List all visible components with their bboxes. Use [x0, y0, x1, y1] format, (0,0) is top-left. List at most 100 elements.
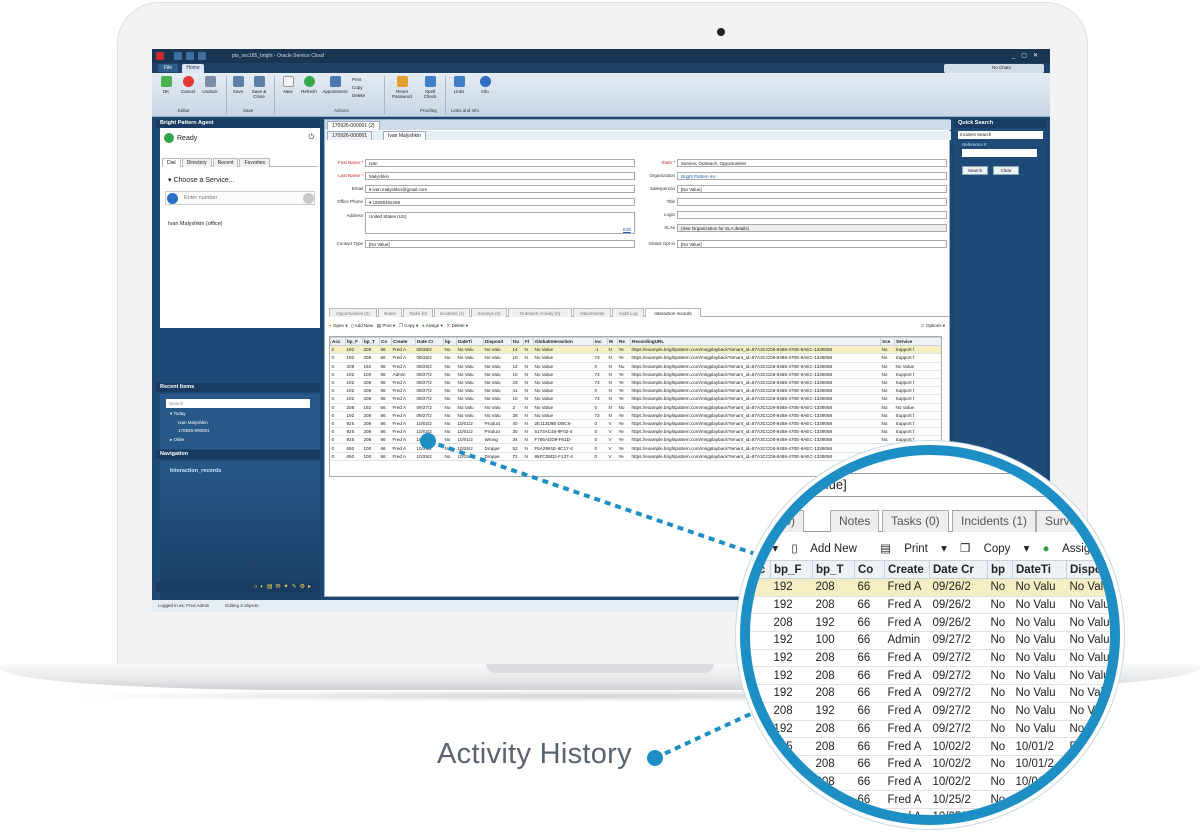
global-optin-select[interactable]: [No Value] [677, 240, 947, 248]
zoomed-add-new-button[interactable]: ▯ Add New [791, 543, 867, 555]
links-button[interactable]: Links [449, 76, 469, 94]
grid-column-header[interactable]: Date Cr [415, 337, 444, 347]
zoomed-grid-row[interactable]: 0 192 208 66 Fred A 09/26/2 No No Valu No Valu [750, 596, 1110, 615]
tab-attachments[interactable]: Attachments [573, 308, 611, 317]
tab-recent[interactable]: Recent [212, 158, 239, 167]
zoomed-grid-row[interactable]: 019220866Fred A09/27/2NoNo ValuNo Valu [750, 684, 1110, 703]
call-icon[interactable] [303, 193, 314, 204]
zoomed-grid-column-header[interactable]: bp [987, 560, 1013, 579]
grid-column-header[interactable]: Disposit [483, 337, 512, 347]
grid-column-header[interactable]: Inc [593, 337, 608, 347]
tab-outreach-activity[interactable]: Outreach Activity (0) [508, 308, 572, 317]
zoomed-grid-row[interactable]: 019220866Fred A09/27/2NoNo ValuNo Valu [750, 649, 1110, 668]
window-controls[interactable]: _▢✕ [1012, 49, 1044, 63]
cancel-button[interactable]: Cancel [178, 76, 198, 94]
zoomed-grid-column-header[interactable]: bp_F [770, 560, 813, 579]
nav-item-interaction-records[interactable]: Interaction_records [170, 468, 221, 474]
zoomed-grid-row[interactable]: 0 650 100 66 Fred A 10/25/2 No 10/25/2 Drop [750, 808, 1110, 815]
zoomed-grid-row[interactable]: 0 192 208 66 Fred A 09/26/2 No No Valu No Valu [750, 578, 1110, 597]
quick-access-icon[interactable] [186, 52, 194, 60]
appointment-button[interactable]: Appointment [322, 76, 348, 94]
search-button[interactable]: Search [962, 166, 988, 175]
zoomed-grid-row[interactable]: 0 925 208 66 Fred A 10/02/2 No 10/01/2 Prod [750, 755, 1110, 774]
email-field[interactable]: ▾ ivan.malyshkin@gmail.com [365, 185, 635, 193]
grid-row[interactable]: 0 192 208 66 Fred A 09/27/2 No No Valu No Valu 10… [330, 394, 941, 404]
zoomed-grid-column-header[interactable]: DateTi [1012, 560, 1067, 579]
tab-favorites[interactable]: Favorites [239, 158, 271, 167]
contact-type-select[interactable]: [No Value] [365, 240, 635, 248]
quick-access-icon[interactable] [198, 52, 206, 60]
grid-row[interactable]: 0 925 208 66 Fred A 10/02/2 No 10/01/2 Product 40… [330, 419, 941, 429]
grid-column-header[interactable]: Create [391, 337, 416, 347]
grid-column-header[interactable]: Service [894, 337, 941, 347]
open-button[interactable]: ● Open ▾ [329, 323, 348, 328]
grid-column-header[interactable]: Acc [330, 337, 346, 347]
zoomed-grid-row[interactable]: 0 650 100 66 Fred A 10/25/2 No 10/25/2 Drop [750, 790, 1110, 809]
zoomed-tab-tasks[interactable]: Tasks (0) [882, 510, 949, 532]
address-edit-link[interactable]: Edit [623, 227, 631, 232]
first-name-field[interactable]: Ivan [365, 159, 635, 167]
grid-row[interactable]: 0 208 192 66 Fred A 09/26/2 No No Valu No Valu 12… [330, 362, 941, 371]
undock-button[interactable]: Undock [200, 76, 220, 94]
tab-incidents[interactable]: Incidents (1) [434, 308, 470, 317]
delete-button[interactable]: Delete [352, 92, 365, 100]
zoomed-grid-row[interactable]: 019220866Fred A09/27/2NoNo ValuNo Valu [750, 666, 1110, 686]
grid-column-header[interactable]: bp_T [362, 337, 380, 347]
tab-interaction-records[interactable]: Interaction records [645, 308, 701, 317]
salesperson-select[interactable]: [No Value] [677, 185, 947, 193]
tab-dial[interactable]: Dial [162, 158, 181, 167]
grid-column-header[interactable]: Sce [880, 337, 895, 347]
grid-column-header[interactable]: DateTi [456, 337, 484, 347]
office-phone-field[interactable]: ▾ 19255482268 [365, 198, 635, 206]
zoomed-grid-row[interactable]: 0 925 208 66 Fred A 10/02/2 No 10/01/2 Prod [750, 737, 1110, 756]
zoomed-grid-row[interactable]: 0 925 208 66 Fred A 10/02/2 No 10/01/2 Wro [750, 773, 1110, 792]
tab-incident-sub[interactable]: 170926-000001 [327, 131, 373, 140]
save-close-button[interactable]: Save & Close [249, 76, 269, 99]
recent-search-input[interactable]: Search [166, 399, 310, 408]
info-button[interactable]: Info [475, 76, 495, 94]
reset-password-button[interactable]: Reset Password [388, 76, 416, 99]
file-menu-button[interactable]: File [158, 64, 178, 72]
print-grid-button[interactable]: ▤ Print ▾ [377, 323, 395, 328]
zoomed-print-button[interactable]: ▤ Print ▾ [880, 543, 947, 555]
zoomed-grid-column-header[interactable]: Disposit [1066, 560, 1110, 579]
grid-column-header[interactable]: Re [617, 337, 631, 347]
grid-column-header[interactable]: RecordingURL [630, 337, 881, 347]
login-field[interactable] [677, 211, 947, 219]
power-icon[interactable]: ⏻ [308, 134, 314, 142]
tab-contact[interactable]: Ivan Malyshkin [383, 131, 427, 140]
zoomed-grid-column-header[interactable]: Create [884, 560, 930, 579]
zoomed-grid-row[interactable]: 0 208 192 66 Fred A 09/27/2 No No Valu No Valu [750, 702, 1110, 721]
refresh-button[interactable]: Refresh [299, 76, 319, 94]
agent-status[interactable]: Ready [164, 133, 197, 143]
grid-row[interactable]: 0 650 100 66 Fred A 10/25/2 No 10/25/2 Droppe 53 N… [330, 443, 941, 453]
grid-row[interactable]: 0 925 208 66 Fred A 10/02/2 No 10/01/2 Product 30… [330, 427, 941, 437]
new-button[interactable]: New [278, 76, 298, 94]
zoomed-tab-opportunities[interactable]: nities (0) [750, 510, 805, 532]
zoomed-tab-notes[interactable]: Notes [830, 510, 880, 532]
add-new-button[interactable]: ▯ Add New [351, 323, 373, 328]
address-field[interactable]: United States (US) [365, 212, 635, 234]
print-button[interactable]: Print [352, 76, 365, 84]
copy-button[interactable]: Copy [352, 84, 365, 92]
nav-button-bar[interactable]: ⌂◐▤✉✦✎⚙▸ [156, 582, 320, 592]
grid-row[interactable]: 0 192 208 66 Fred A 09/26/2 No No Valu No Valu 10… [330, 353, 941, 363]
zoomed-assign-button[interactable]: ● Assign ▾ [1043, 543, 1110, 555]
zoomed-grid-row[interactable]: 0 208 192 66 Fred A 09/26/2 No No Valu No Valu [750, 613, 1110, 633]
grid-column-header[interactable]: Du [511, 337, 524, 347]
grid-row[interactable]: 0 192 208 66 Fred A 09/27/2 No No Valu No Valu 28… [330, 411, 941, 420]
tab-directory[interactable]: Directory [181, 158, 212, 167]
zoomed-grid-row[interactable]: 019220866Fred A09/27/2NoNo ValuNo Valu [750, 720, 1110, 739]
tab-surveys[interactable]: Surveys (0) [471, 308, 507, 317]
state-select[interactable]: Service, Outreach, Opportunities [677, 159, 947, 167]
grid-row[interactable]: 0 925 208 66 Fred A 10/02/2 No 10/01/2 Wrong 34 N F… [330, 435, 941, 445]
tab-opportunities[interactable]: Opportunities (0) [329, 308, 377, 317]
zoomed-grid-column-header[interactable]: bp_T [812, 560, 855, 579]
grid-row[interactable]: 0 192 208 66 Fred A 09/26/2 No No Valu No Valu 14… [330, 345, 941, 355]
dial-input[interactable]: Enter number [165, 191, 315, 205]
dialpad-icon[interactable] [167, 193, 178, 204]
zoomed-tab-incidents[interactable]: Incidents (1) [952, 510, 1037, 532]
zoomed-grid-column-header[interactable]: Co [854, 560, 885, 579]
grid-row[interactable]: 0 192 100 66 Admin 09/27/2 No No Valu No Valu 10 N… [330, 370, 941, 379]
zoomed-tab-surveys[interactable]: Surveys [1036, 510, 1098, 532]
